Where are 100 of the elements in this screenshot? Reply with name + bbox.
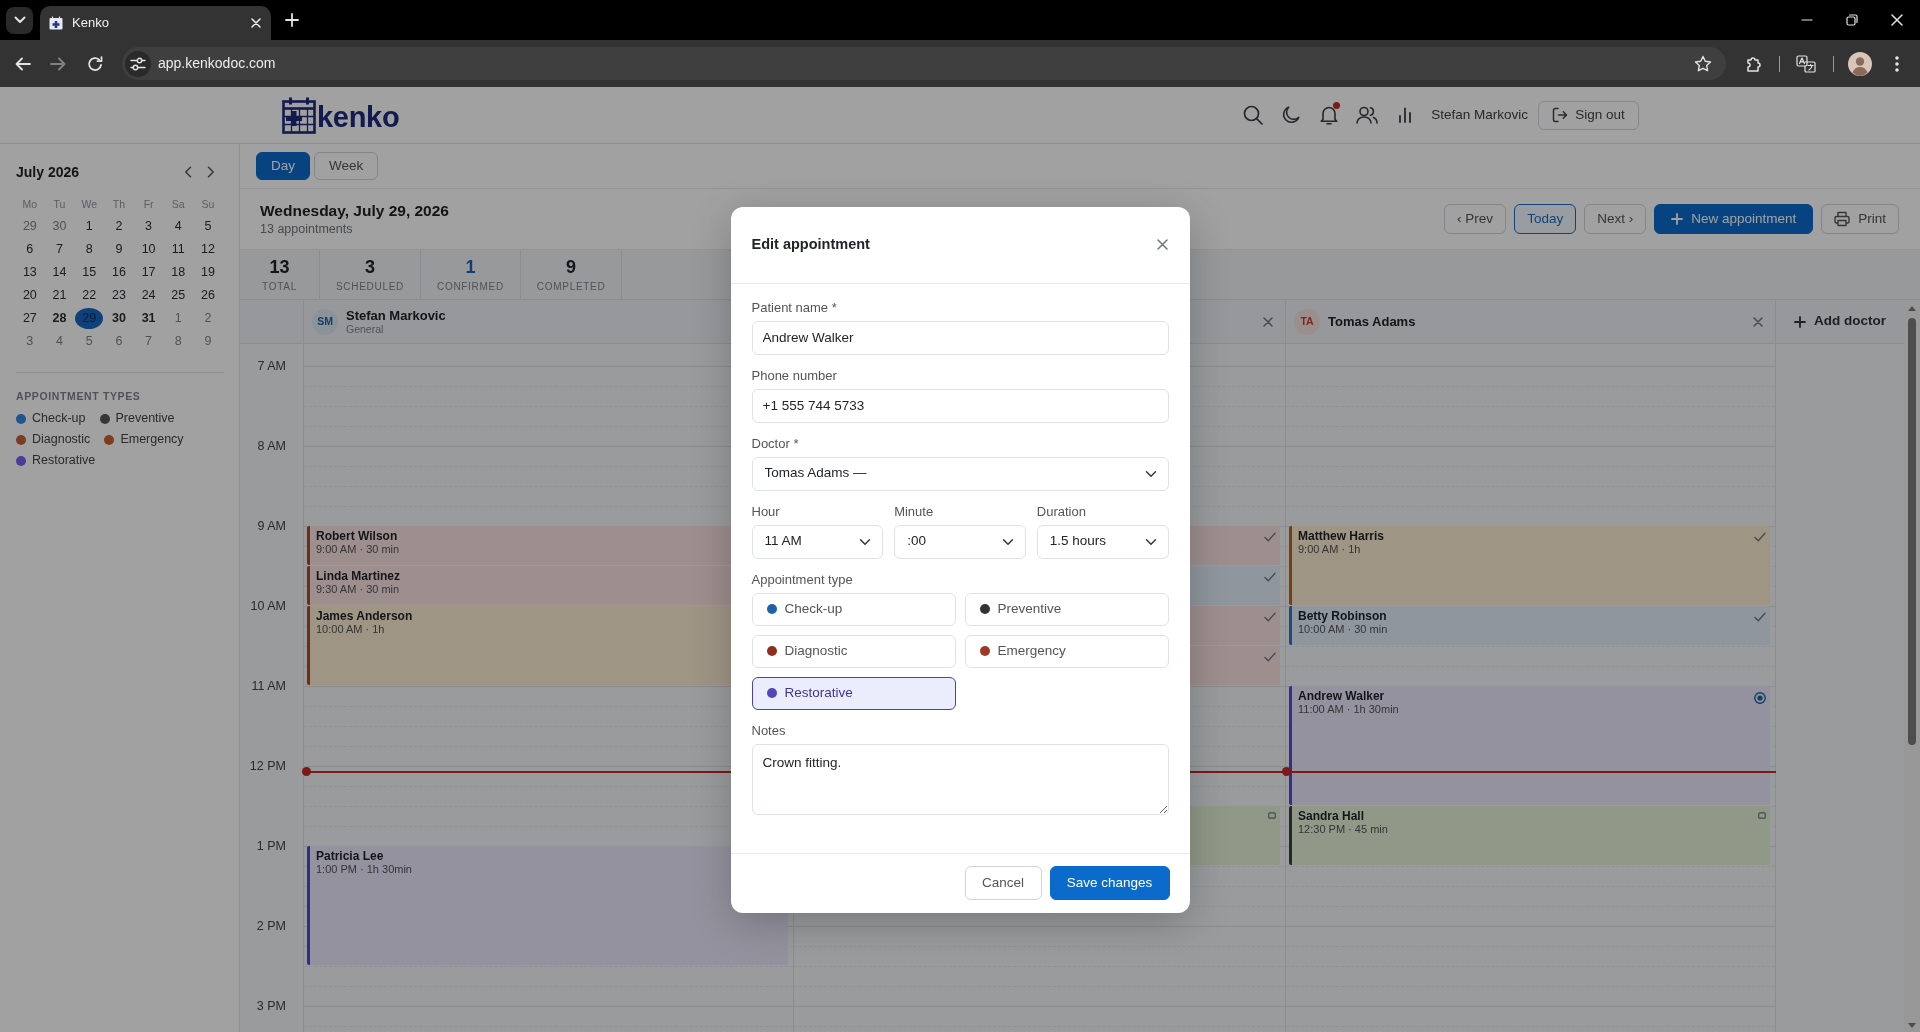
calendar-day[interactable]: 26 (193, 285, 222, 306)
calendar-day[interactable]: 17 (134, 262, 163, 283)
type-option[interactable]: Check-up (751, 592, 956, 626)
calendar-day[interactable]: 14 (45, 262, 74, 283)
appointment-card[interactable]: Matthew Harris 9:00 AM · 1h (1289, 526, 1770, 605)
plus-icon[interactable] (285, 13, 299, 27)
calendar-day[interactable]: 10 (134, 239, 163, 260)
sign-out-button[interactable]: Sign out (1538, 100, 1639, 130)
calendar-day[interactable]: 7 (45, 239, 74, 260)
calendar-day[interactable]: 21 (45, 285, 74, 306)
reload-icon[interactable] (87, 55, 103, 72)
calendar-day[interactable]: 3 (134, 216, 163, 237)
notes-field[interactable]: Crown fitting. (751, 743, 1169, 815)
kebab-menu-icon[interactable] (1895, 55, 1899, 72)
hour-label: 2 PM (256, 919, 286, 933)
appointment-card[interactable]: Andrew Walker 11:00 AM · 1h 30min (1289, 686, 1770, 805)
calendar-day[interactable]: 20 (15, 285, 44, 306)
appointment-card[interactable]: Sandra Hall 12:30 PM · 45 min (1289, 806, 1770, 865)
avatar-icon[interactable] (1848, 51, 1872, 76)
calendar-day[interactable]: 6 (15, 239, 44, 260)
calendar-day[interactable]: 25 (164, 285, 193, 306)
back-arrow-icon[interactable] (15, 56, 31, 71)
calendar-day[interactable]: 8 (75, 239, 104, 260)
legend-label: Diagnostic (32, 431, 91, 449)
legend-label: Check-up (32, 410, 86, 428)
scroll-down-icon[interactable] (1908, 1023, 1916, 1028)
calendar-day[interactable]: 4 (164, 216, 193, 237)
calendar-day[interactable]: 28 (45, 308, 74, 329)
calendar-day[interactable]: 27 (15, 308, 44, 329)
calendar-day[interactable]: 16 (104, 262, 133, 283)
calendar-day[interactable]: 15 (75, 262, 104, 283)
calendar-day[interactable]: 5 (193, 216, 222, 237)
calendar-day[interactable]: 18 (164, 262, 193, 283)
today-button[interactable]: Today (1514, 204, 1577, 234)
calendar-day[interactable]: 22 (75, 285, 104, 306)
users-icon[interactable] (1356, 106, 1379, 124)
bell-icon[interactable] (1320, 105, 1339, 125)
address-bar[interactable]: app.kenkodoc.com (122, 47, 1726, 80)
type-option[interactable]: Diagnostic (751, 634, 956, 668)
doctor-name: Stefan Markovic (346, 308, 446, 323)
scrollbar[interactable] (1904, 300, 1920, 1032)
calendar-day[interactable]: 19 (193, 262, 222, 283)
duration-select[interactable]: 1.5 hours (1036, 524, 1169, 559)
calendar-day[interactable]: 12 (193, 239, 222, 260)
sliders-icon[interactable] (125, 50, 151, 77)
calendar-day[interactable]: 9 (104, 239, 133, 260)
doctor-name: Tomas Adams (1328, 314, 1416, 329)
doctor-select[interactable]: Tomas Adams — (751, 456, 1169, 491)
chevron-left-icon[interactable] (184, 166, 192, 178)
phone-field[interactable]: +1 555 744 5733 (751, 388, 1169, 423)
patient-name: Patricia Lee (316, 849, 384, 863)
next-button[interactable]: Next › (1584, 204, 1647, 234)
bar-chart-icon[interactable] (1398, 107, 1413, 123)
calendar-day[interactable]: 11 (164, 239, 193, 260)
hour-label: 1 PM (256, 839, 286, 853)
calendar-day[interactable]: 2 (104, 216, 133, 237)
chevron-right-icon[interactable] (207, 166, 215, 178)
save-button[interactable]: Save changes (1049, 866, 1170, 900)
appointment-card[interactable]: Betty Robinson 10:00 AM · 30 min (1289, 606, 1770, 645)
stat-label: TOTAL (262, 280, 297, 293)
view-tab[interactable]: Day (256, 152, 310, 180)
doctor-avatar: SM (312, 308, 338, 335)
scroll-up-icon[interactable] (1908, 306, 1916, 311)
appointment-card[interactable]: Patricia Lee 1:00 PM · 1h 30min (307, 846, 788, 965)
scrollbar-thumb[interactable] (1908, 318, 1916, 745)
type-option[interactable]: Emergency (964, 634, 1169, 668)
view-tab[interactable]: Week (314, 152, 379, 180)
appointment-time: 10:00 AM · 1h (316, 623, 385, 636)
calendar-plus-icon (49, 16, 63, 30)
weekday-label: Tu (53, 197, 66, 213)
plus-icon (1794, 315, 1806, 328)
minimize-icon[interactable] (1801, 19, 1813, 21)
hour-select[interactable]: 11 AM (751, 524, 884, 559)
star-icon[interactable] (1694, 54, 1712, 73)
sign-out-icon (1552, 107, 1569, 123)
calendar-day[interactable]: 23 (104, 285, 133, 306)
type-option[interactable]: Preventive (964, 592, 1169, 626)
calendar-day[interactable]: 24 (134, 285, 163, 306)
translate-icon[interactable] (1796, 54, 1816, 73)
search-icon[interactable] (1243, 105, 1264, 125)
new-appointment-button[interactable]: New appointment (1654, 204, 1814, 234)
moon-icon[interactable] (1282, 106, 1301, 124)
add-doctor-button[interactable]: Add doctor (1794, 311, 1886, 332)
puzzle-icon[interactable] (1745, 55, 1762, 72)
calendar-day[interactable]: 30 (104, 308, 133, 329)
minute-select[interactable]: :00 (894, 524, 1026, 559)
weekday-label: Su (201, 197, 215, 213)
forward-arrow-icon[interactable] (50, 56, 66, 71)
cancel-button[interactable]: Cancel (964, 866, 1042, 900)
type-option[interactable]: Restorative (751, 676, 956, 710)
calendar-day[interactable]: 31 (134, 308, 163, 329)
calendar-day[interactable]: 1 (75, 216, 104, 237)
calendar-day[interactable]: 13 (15, 262, 44, 283)
restore-icon[interactable] (1846, 14, 1858, 26)
weekday-label: Mo (22, 197, 38, 213)
print-button[interactable]: Print (1821, 204, 1899, 234)
browser-tab[interactable]: Kenko (40, 6, 271, 40)
tab-list-button[interactable] (6, 6, 33, 34)
patient-name-field[interactable]: Andrew Walker (751, 320, 1169, 355)
previous-button[interactable]: ‹ Prev (1444, 204, 1507, 234)
